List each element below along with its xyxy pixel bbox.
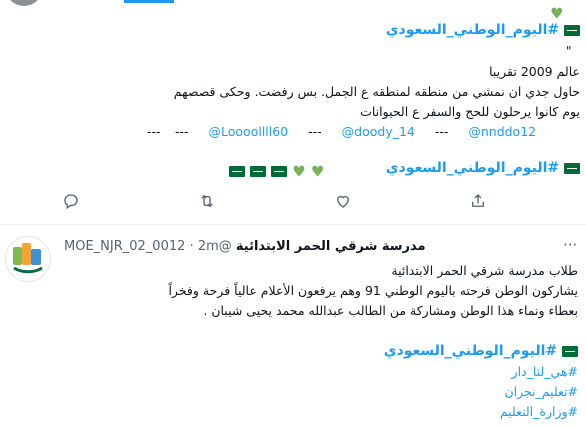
avatar[interactable] — [5, 236, 51, 282]
reply-button[interactable] — [62, 192, 80, 214]
dash-separator: --- — [147, 124, 161, 139]
retweet-icon — [201, 194, 213, 208]
tweet-text-line: طلاب مدرسة شرقي الحمر الابتدائية — [391, 263, 578, 278]
tweet-text-line: حاول جدي ان نمشي من منطقه لمنطقه ع الجمل… — [173, 84, 580, 99]
reply-icon — [64, 194, 78, 210]
saudi-flag-icon — [271, 166, 288, 177]
tweet-header: مدرسة شرقي الحمر الابتدائية @MOE_NJR_02_… — [64, 239, 544, 254]
highlight-bar — [124, 0, 174, 3]
mention-link[interactable]: @Loooollll60 — [209, 124, 289, 139]
hashtag-link[interactable]: #اليوم_الوطني_السعودي — [386, 160, 559, 176]
dash-separator: --- — [175, 124, 189, 139]
mentions-row: --- @Loooollll60 --- @doody_14 --- @nndd… — [175, 124, 565, 139]
tweet-text-line: بعطاء ونماء هذا الوطن ومشاركة من الطالب … — [203, 303, 578, 318]
hashtag-link[interactable]: #اليوم_الوطني_السعودي — [386, 22, 559, 38]
hashtag-top-row: #اليوم_الوطني_السعودي — [160, 22, 580, 38]
saudi-flag-icon — [229, 166, 245, 177]
saudi-flag-icon — [562, 345, 578, 357]
heart-emoji: ♥ — [550, 3, 563, 23]
hashtag-link[interactable]: #هي_لنا_دار — [378, 364, 578, 379]
dash-separator: --- — [308, 124, 322, 139]
like-icon — [337, 195, 349, 208]
school-logo-icon — [13, 243, 43, 274]
tweet-text-line: عالم 2009 تقريبا — [489, 64, 580, 79]
saudi-flag-icon — [564, 162, 580, 174]
more-button[interactable]: ··· — [563, 236, 577, 254]
green-heart-icon: ♥ — [550, 4, 564, 23]
mention-link[interactable]: @doody_14 — [342, 124, 415, 139]
tweet-text-line: يوم كانوا يرحلون للحج والسفر ع الحيوانات — [360, 104, 580, 119]
tweet-text-line: يشاركون الوطن فرحته باليوم الوطني 91 وهم… — [168, 283, 578, 298]
like-button[interactable] — [334, 192, 352, 214]
separator: · — [189, 239, 194, 254]
timestamp[interactable]: 2m — [198, 239, 219, 254]
green-heart-icon: ♥ — [310, 162, 325, 181]
mention-link[interactable]: @nnddo12 — [468, 124, 536, 139]
hashtag-link[interactable]: #تعليم_نجران — [378, 384, 578, 399]
hashtag-link[interactable]: #اليوم_الوطني_السعودي — [384, 343, 557, 359]
retweet-button[interactable] — [198, 192, 216, 214]
more-icon: ··· — [563, 236, 578, 254]
saudi-flag-icon — [250, 166, 267, 177]
hashtag-bottom-row: #اليوم_الوطني_السعودي — [160, 160, 580, 176]
hashtag-link[interactable]: #وزارة_التعليم — [378, 404, 578, 419]
emoji-row: ♥ ♥ — [229, 161, 324, 181]
display-name[interactable]: مدرسة شرقي الحمر الابتدائية — [236, 239, 426, 254]
share-button[interactable] — [469, 192, 487, 214]
hashtag-row: #اليوم_الوطني_السعودي — [158, 343, 578, 359]
tweet-divider — [0, 224, 586, 225]
avatar[interactable] — [5, 0, 43, 6]
green-heart-icon: ♥ — [292, 162, 306, 181]
saudi-flag-icon — [564, 24, 580, 36]
quote-mark: " — [566, 44, 572, 58]
dash-separator: --- — [434, 124, 449, 139]
share-icon — [472, 194, 484, 207]
